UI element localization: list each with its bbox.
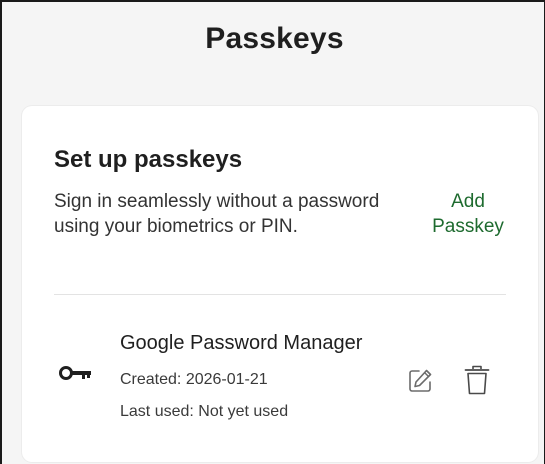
passkeys-card: Set up passkeys Sign in seamlessly witho…	[22, 106, 538, 462]
trash-icon[interactable]	[464, 364, 490, 396]
divider	[54, 294, 506, 295]
passkey-last-used: Last used: Not yet used	[120, 403, 289, 420]
setup-title: Set up passkeys	[54, 146, 243, 173]
key-icon	[59, 366, 91, 380]
add-passkey-button[interactable]: Add Passkey	[414, 189, 522, 239]
edit-icon[interactable]	[407, 368, 433, 394]
page-title: Passkeys	[205, 22, 344, 55]
passkey-created: Created: 2026-01-21	[120, 371, 268, 388]
app-frame: Passkeys Set up passkeys Sign in seamles…	[0, 0, 545, 464]
setup-description: Sign in seamlessly without a password us…	[54, 191, 380, 237]
passkey-name: Google Password Manager	[120, 332, 363, 354]
